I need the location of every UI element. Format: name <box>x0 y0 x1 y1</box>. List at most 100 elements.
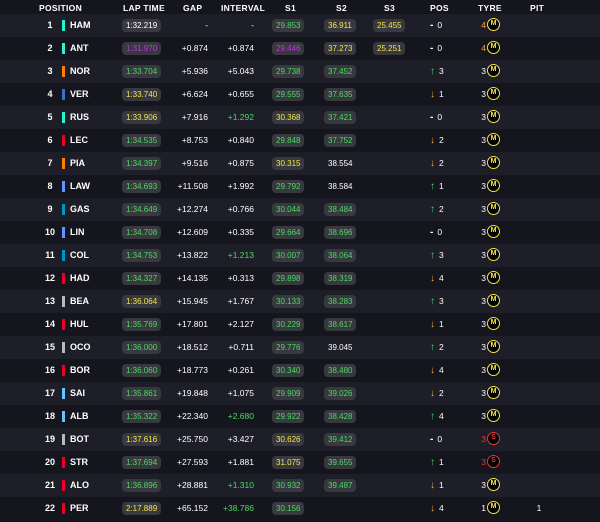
medium-tyre-icon[interactable]: M <box>487 202 500 215</box>
driver-code[interactable]: HAD <box>70 267 90 290</box>
medium-tyre-icon[interactable]: M <box>487 18 500 31</box>
gap-value: +11.508 <box>177 181 208 191</box>
table-row[interactable]: 2 ANT 1:31.970 +0.874 +0.874 29.446 37.273 25.2… <box>0 37 600 60</box>
medium-tyre-icon[interactable]: M <box>487 225 500 238</box>
driver-code[interactable]: HAM <box>70 14 91 37</box>
table-row[interactable]: 21 ALO 1:36.896 +28.881 +1.310 30.932 39.487 ↓ 1… <box>0 474 600 497</box>
table-row[interactable]: 6 LEC 1:34.535 +8.753 +0.840 29.848 37.752 ↓ 2 3 M <box>0 129 600 152</box>
header-gap[interactable]: GAP <box>183 3 202 13</box>
driver-code[interactable]: ALO <box>70 474 89 497</box>
table-row[interactable]: 8 LAW 1:34.693 +11.508 +1.992 29.792 38.584 ↑ 1 3… <box>0 175 600 198</box>
header-s2[interactable]: S2 <box>336 3 347 13</box>
medium-tyre-icon[interactable]: M <box>487 64 500 77</box>
driver-code[interactable]: LAW <box>70 175 90 198</box>
header-s3[interactable]: S3 <box>384 3 395 13</box>
driver-code[interactable]: LIN <box>70 221 85 244</box>
medium-tyre-icon[interactable]: M <box>487 248 500 261</box>
table-row[interactable]: 22 PER 2:17.889 +65.152 +38.786 30.156 ↓ 4 1 M 1 <box>0 497 600 520</box>
lap-time: 1:33.740 <box>122 88 162 101</box>
table-row[interactable]: 17 SAI 1:35.861 +19.848 +1.075 29.909 39.026 ↓ 2… <box>0 382 600 405</box>
table-row[interactable]: 18 ALB 1:35.322 +22.340 +2.680 29.922 38.428 ↑ 4… <box>0 405 600 428</box>
soft-tyre-icon[interactable]: S <box>487 432 500 445</box>
arrow-up-icon: ↑ <box>430 342 435 353</box>
medium-tyre-icon[interactable]: M <box>487 294 500 307</box>
medium-tyre-icon[interactable]: M <box>487 156 500 169</box>
tyre-laps: 1 <box>481 503 486 513</box>
table-row[interactable]: 10 LIN 1:34.708 +12.609 +0.335 29.664 38.696 -0… <box>0 221 600 244</box>
driver-code[interactable]: GAS <box>70 198 90 221</box>
row-position: 7 <box>47 158 53 168</box>
table-row[interactable]: 12 HAD 1:34.327 +14.135 +0.313 29.898 38.319 ↓ 4… <box>0 267 600 290</box>
driver-code[interactable]: RUS <box>70 106 89 129</box>
soft-tyre-icon[interactable]: S <box>487 455 500 468</box>
lap-time: 1:35.322 <box>122 410 162 423</box>
medium-tyre-icon[interactable]: M <box>487 110 500 123</box>
driver-code[interactable]: ALB <box>70 405 89 428</box>
driver-code[interactable]: LEC <box>70 129 88 152</box>
medium-tyre-icon[interactable]: M <box>487 317 500 330</box>
arrow-up-icon: ↑ <box>430 457 435 468</box>
table-row[interactable]: 7 PIA 1:34.397 +9.516 +0.875 30.315 38.554 ↓ 2 3 M <box>0 152 600 175</box>
medium-tyre-icon[interactable]: M <box>487 363 500 376</box>
medium-tyre-icon[interactable]: M <box>487 478 500 491</box>
table-row[interactable]: 20 STR 1:37.694 +27.593 +1.881 31.075 39.655 ↑ 1… <box>0 451 600 474</box>
interval-value: +0.261 <box>227 365 254 375</box>
medium-tyre-icon[interactable]: M <box>487 179 500 192</box>
driver-code[interactable]: NOR <box>70 60 90 83</box>
driver-code[interactable]: ANT <box>70 37 89 60</box>
table-row[interactable]: 16 BOR 1:36.060 +18.773 +0.261 30.340 38.480 ↓ 4… <box>0 359 600 382</box>
driver-code[interactable]: STR <box>70 451 88 474</box>
table-row[interactable]: 1 HAM 1:32.219- -29.853 36.911 25.455-0 4 M <box>0 14 600 37</box>
driver-code[interactable]: PER <box>70 497 89 520</box>
medium-tyre-icon[interactable]: M <box>487 87 500 100</box>
driver-code[interactable]: VER <box>70 83 89 106</box>
driver-code[interactable]: HUL <box>70 313 89 336</box>
medium-tyre-icon[interactable]: M <box>487 340 500 353</box>
header-tyre[interactable]: TYRE <box>478 3 502 13</box>
driver-code[interactable]: PIA <box>70 152 85 175</box>
medium-tyre-icon[interactable]: M <box>487 386 500 399</box>
lap-time: 1:34.649 <box>122 203 162 216</box>
table-row[interactable]: 14 HUL 1:35.769 +17.801 +2.127 30.229 38.617 ↓ 1… <box>0 313 600 336</box>
medium-tyre-icon[interactable]: M <box>487 501 500 514</box>
interval-value: +1.767 <box>227 296 254 306</box>
table-row[interactable]: 3 NOR 1:33.704 +5.936 +5.043 29.738 37.452 ↑ 3 3 M <box>0 60 600 83</box>
driver-code[interactable]: BOR <box>70 359 90 382</box>
header-interval[interactable]: INTERVAL <box>221 3 265 13</box>
table-row[interactable]: 19 BOT 1:37.616 +25.750 +3.427 30.626 39.412 -0… <box>0 428 600 451</box>
sector-2-time: 38.554 <box>328 159 353 168</box>
row-position: 19 <box>44 434 55 444</box>
header-pit[interactable]: PIT <box>530 3 544 13</box>
driver-code[interactable]: OCO <box>70 336 91 359</box>
medium-tyre-icon[interactable]: M <box>487 133 500 146</box>
header-position[interactable]: POSITION <box>39 3 82 13</box>
team-color-bar <box>62 273 65 284</box>
table-row[interactable]: 11 COL 1:34.753 +13.822 +1.213 30.007 38.064 ↑ 3… <box>0 244 600 267</box>
header-lap-time[interactable]: LAP TIME <box>123 3 165 13</box>
medium-tyre-icon[interactable]: M <box>487 409 500 422</box>
table-row[interactable]: 4 VER 1:33.740 +6.624 +0.655 29.555 37.635 ↓ 1 3 M <box>0 83 600 106</box>
no-change-icon: - <box>430 112 434 123</box>
position-change-value: 4 <box>439 365 444 375</box>
driver-code[interactable]: COL <box>70 244 89 267</box>
table-row[interactable]: 9 GAS 1:34.649 +12.274 +0.766 30.044 38.484 ↑ 2 3… <box>0 198 600 221</box>
gap-value: +18.512 <box>177 342 208 352</box>
header-s1[interactable]: S1 <box>285 3 296 13</box>
table-row[interactable]: 5 RUS 1:33.906 +7.916 +1.292 30.368 37.421 -0 3 M <box>0 106 600 129</box>
no-change-icon: - <box>430 227 434 238</box>
sector-1-time: 30.932 <box>272 479 305 492</box>
row-position: 2 <box>47 43 53 53</box>
table-row[interactable]: 15 OCO 1:36.000 +18.512 +0.711 29.776 39.045 ↑ 2… <box>0 336 600 359</box>
driver-code[interactable]: BEA <box>70 290 89 313</box>
table-row[interactable]: 13 BEA 1:36.064 +15.945 +1.767 30.133 38.283 ↑ 3… <box>0 290 600 313</box>
arrow-up-icon: ↑ <box>430 296 435 307</box>
team-color-bar <box>62 204 65 215</box>
tyre-laps: 3 <box>481 411 486 421</box>
driver-code[interactable]: SAI <box>70 382 85 405</box>
medium-tyre-icon[interactable]: M <box>487 41 500 54</box>
driver-code[interactable]: BOT <box>70 428 89 451</box>
header-pos[interactable]: POS <box>430 3 449 13</box>
row-position: 4 <box>47 89 53 99</box>
medium-tyre-icon[interactable]: M <box>487 271 500 284</box>
row-position: 21 <box>44 480 55 490</box>
